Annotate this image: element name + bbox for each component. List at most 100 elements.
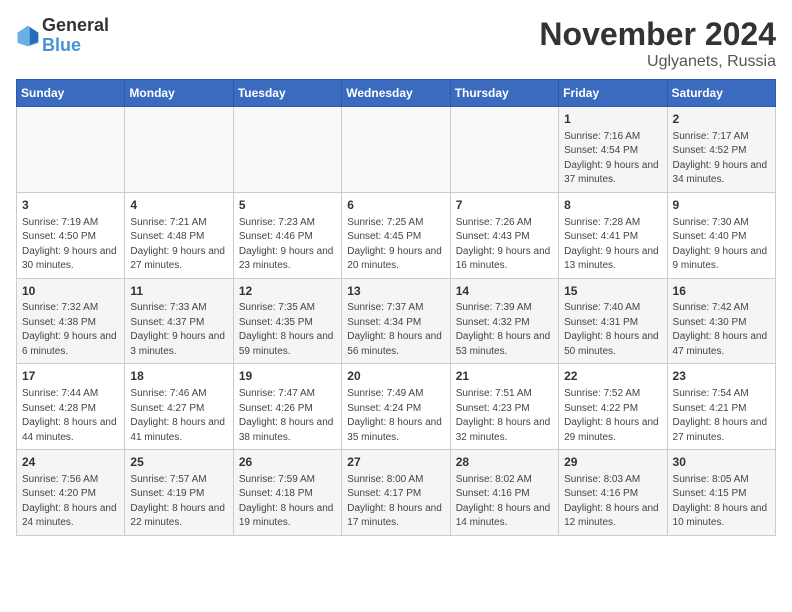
day-info: Sunrise: 8:05 AMSunset: 4:15 PMDaylight:… <box>673 473 770 531</box>
daylight-info: Daylight: 9 hours and 6 minutes. <box>22 330 119 359</box>
sunrise-info: Sunrise: 8:02 AM <box>456 473 553 488</box>
sunset-info: Sunset: 4:20 PM <box>22 487 119 502</box>
day-info: Sunrise: 7:16 AMSunset: 4:54 PMDaylight:… <box>564 130 661 188</box>
day-info: Sunrise: 7:23 AMSunset: 4:46 PMDaylight:… <box>239 216 336 274</box>
sunset-info: Sunset: 4:26 PM <box>239 402 336 417</box>
sunrise-info: Sunrise: 7:49 AM <box>347 387 444 402</box>
header-saturday: Saturday <box>667 80 775 107</box>
calendar-cell: 26 Sunrise: 7:59 AMSunset: 4:18 PMDayligh… <box>233 450 341 536</box>
day-info: Sunrise: 7:49 AMSunset: 4:24 PMDaylight:… <box>347 387 444 445</box>
day-info: Sunrise: 8:00 AMSunset: 4:17 PMDaylight:… <box>347 473 444 531</box>
daylight-info: Daylight: 9 hours and 30 minutes. <box>22 245 119 274</box>
daylight-info: Daylight: 8 hours and 44 minutes. <box>22 416 119 445</box>
calendar-table: SundayMondayTuesdayWednesdayThursdayFrid… <box>16 79 776 536</box>
sunrise-info: Sunrise: 7:23 AM <box>239 216 336 231</box>
sunset-info: Sunset: 4:38 PM <box>22 316 119 331</box>
day-number: 12 <box>239 283 336 300</box>
day-number: 13 <box>347 283 444 300</box>
sunrise-info: Sunrise: 7:21 AM <box>130 216 227 231</box>
sunset-info: Sunset: 4:48 PM <box>130 230 227 245</box>
sunrise-info: Sunrise: 7:17 AM <box>673 130 770 145</box>
daylight-info: Daylight: 9 hours and 3 minutes. <box>130 330 227 359</box>
logo-icon <box>16 24 40 48</box>
day-number: 16 <box>673 283 770 300</box>
day-number: 26 <box>239 454 336 471</box>
calendar-cell: 6Sunrise: 7:25 AMSunset: 4:45 PMDaylight… <box>342 192 450 278</box>
calendar-week-2: 3Sunrise: 7:19 AMSunset: 4:50 PMDaylight… <box>17 192 776 278</box>
sunset-info: Sunset: 4:35 PM <box>239 316 336 331</box>
daylight-info: Daylight: 8 hours and 56 minutes. <box>347 330 444 359</box>
day-info: Sunrise: 7:56 AMSunset: 4:20 PMDaylight:… <box>22 473 119 531</box>
calendar-cell: 29Sunrise: 8:03 AMSunset: 4:16 PMDayligh… <box>559 450 667 536</box>
sunrise-info: Sunrise: 7:47 AM <box>239 387 336 402</box>
calendar-week-1: 1Sunrise: 7:16 AMSunset: 4:54 PMDaylight… <box>17 107 776 193</box>
sunrise-info: Sunrise: 7:19 AM <box>22 216 119 231</box>
daylight-info: Daylight: 8 hours and 41 minutes. <box>130 416 227 445</box>
sunset-info: Sunset: 4:54 PM <box>564 144 661 159</box>
day-info: Sunrise: 7:28 AMSunset: 4:41 PMDaylight:… <box>564 216 661 274</box>
sunset-info: Sunset: 4:16 PM <box>456 487 553 502</box>
header-friday: Friday <box>559 80 667 107</box>
daylight-info: Daylight: 9 hours and 27 minutes. <box>130 245 227 274</box>
calendar-cell <box>233 107 341 193</box>
day-number: 22 <box>564 368 661 385</box>
sunset-info: Sunset: 4:46 PM <box>239 230 336 245</box>
day-info: Sunrise: 7:42 AMSunset: 4:30 PMDaylight:… <box>673 301 770 359</box>
day-info: Sunrise: 7:30 AMSunset: 4:40 PMDaylight:… <box>673 216 770 274</box>
daylight-info: Daylight: 8 hours and 27 minutes. <box>673 416 770 445</box>
day-number: 20 <box>347 368 444 385</box>
daylight-info: Daylight: 8 hours and 10 minutes. <box>673 502 770 531</box>
calendar-cell: 28Sunrise: 8:02 AMSunset: 4:16 PMDayligh… <box>450 450 558 536</box>
sunset-info: Sunset: 4:23 PM <box>456 402 553 417</box>
sunrise-info: Sunrise: 7:52 AM <box>564 387 661 402</box>
sunrise-info: Sunrise: 7:37 AM <box>347 301 444 316</box>
day-number: 7 <box>456 197 553 214</box>
day-number: 4 <box>130 197 227 214</box>
sunset-info: Sunset: 4:27 PM <box>130 402 227 417</box>
day-number: 30 <box>673 454 770 471</box>
calendar-cell: 12Sunrise: 7:35 AMSunset: 4:35 PMDayligh… <box>233 278 341 364</box>
day-info: Sunrise: 7:39 AMSunset: 4:32 PMDaylight:… <box>456 301 553 359</box>
sunset-info: Sunset: 4:30 PM <box>673 316 770 331</box>
daylight-info: Daylight: 8 hours and 12 minutes. <box>564 502 661 531</box>
daylight-info: Daylight: 8 hours and 35 minutes. <box>347 416 444 445</box>
logo: General Blue <box>16 16 109 56</box>
calendar-cell: 1Sunrise: 7:16 AMSunset: 4:54 PMDaylight… <box>559 107 667 193</box>
daylight-info: Daylight: 8 hours and 19 minutes. <box>239 502 336 531</box>
sunset-info: Sunset: 4:40 PM <box>673 230 770 245</box>
sunset-info: Sunset: 4:18 PM <box>239 487 336 502</box>
daylight-info: Daylight: 9 hours and 9 minutes. <box>673 245 770 274</box>
day-info: Sunrise: 7:54 AMSunset: 4:21 PMDaylight:… <box>673 387 770 445</box>
day-number: 24 <box>22 454 119 471</box>
calendar-week-4: 17Sunrise: 7:44 AMSunset: 4:28 PMDayligh… <box>17 364 776 450</box>
sunrise-info: Sunrise: 8:00 AM <box>347 473 444 488</box>
daylight-info: Daylight: 8 hours and 38 minutes. <box>239 416 336 445</box>
day-number: 11 <box>130 283 227 300</box>
day-number: 2 <box>673 111 770 128</box>
sunrise-info: Sunrise: 7:57 AM <box>130 473 227 488</box>
daylight-info: Daylight: 9 hours and 37 minutes. <box>564 159 661 188</box>
sunrise-info: Sunrise: 7:33 AM <box>130 301 227 316</box>
sunset-info: Sunset: 4:16 PM <box>564 487 661 502</box>
day-info: Sunrise: 7:40 AMSunset: 4:31 PMDaylight:… <box>564 301 661 359</box>
calendar-week-5: 24 Sunrise: 7:56 AMSunset: 4:20 PMDayligh… <box>17 450 776 536</box>
sunset-info: Sunset: 4:32 PM <box>456 316 553 331</box>
header-sunday: Sunday <box>17 80 125 107</box>
daylight-info: Daylight: 9 hours and 34 minutes. <box>673 159 770 188</box>
day-info: Sunrise: 7:37 AMSunset: 4:34 PMDaylight:… <box>347 301 444 359</box>
day-info: Sunrise: 7:26 AMSunset: 4:43 PMDaylight:… <box>456 216 553 274</box>
calendar-cell: 16Sunrise: 7:42 AMSunset: 4:30 PMDayligh… <box>667 278 775 364</box>
header-wednesday: Wednesday <box>342 80 450 107</box>
day-number: 19 <box>239 368 336 385</box>
day-number: 25 <box>130 454 227 471</box>
calendar-cell <box>450 107 558 193</box>
daylight-info: Daylight: 8 hours and 59 minutes. <box>239 330 336 359</box>
header-monday: Monday <box>125 80 233 107</box>
day-number: 21 <box>456 368 553 385</box>
calendar-cell: 17Sunrise: 7:44 AMSunset: 4:28 PMDayligh… <box>17 364 125 450</box>
header-thursday: Thursday <box>450 80 558 107</box>
day-info: Sunrise: 7:59 AMSunset: 4:18 PMDaylight:… <box>239 473 336 531</box>
calendar-cell: 27Sunrise: 8:00 AMSunset: 4:17 PMDayligh… <box>342 450 450 536</box>
sunrise-info: Sunrise: 7:25 AM <box>347 216 444 231</box>
location-title: Uglyanets, Russia <box>539 53 776 71</box>
